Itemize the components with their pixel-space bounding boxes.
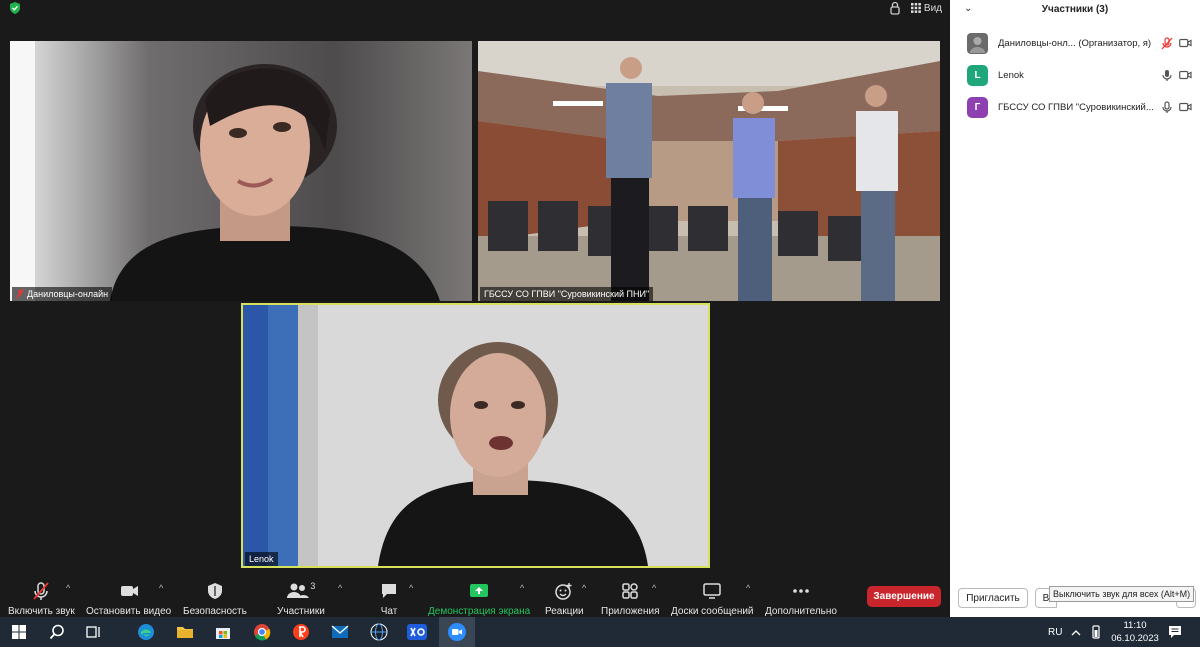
- shield-icon: [207, 583, 222, 599]
- chevron-up-icon[interactable]: [1066, 622, 1086, 642]
- invite-button[interactable]: Пригласить: [958, 588, 1028, 608]
- view-label: Вид: [923, 2, 942, 14]
- more-button[interactable]: Дополнительно: [765, 581, 837, 617]
- participant-row[interactable]: L Lenok: [967, 64, 1192, 86]
- zoom-icon[interactable]: [447, 622, 467, 642]
- unmute-button[interactable]: Включить звук: [8, 581, 75, 617]
- video-feed-group: [478, 41, 940, 301]
- video-tile-danilovtsy[interactable]: Даниловцы-онлайн: [10, 41, 472, 301]
- mic-muted-icon: [16, 289, 24, 299]
- tile-name-label: Lenok: [245, 552, 278, 566]
- camera-icon[interactable]: [1179, 38, 1192, 48]
- mic-icon[interactable]: [1161, 69, 1173, 82]
- end-meeting-button[interactable]: Завершение: [867, 586, 941, 607]
- file-explorer-icon[interactable]: [175, 622, 195, 642]
- view-button[interactable]: Вид: [910, 2, 942, 14]
- share-screen-button[interactable]: Демонстрация экрана: [428, 581, 530, 617]
- shield-icon[interactable]: [8, 1, 22, 15]
- video-options-chevron[interactable]: ^: [159, 583, 163, 593]
- windows-taskbar: RU 11:10 06.10.2023: [0, 617, 1200, 647]
- whiteboard-options-chevron[interactable]: ^: [746, 583, 750, 593]
- participants-button[interactable]: 3 Участники: [277, 581, 325, 617]
- share-screen-icon: [470, 584, 489, 597]
- store-icon[interactable]: [213, 622, 233, 642]
- meeting-area: Вид Даниловцы-онлайн ГБССУ СО ГПВИ "Суро…: [0, 0, 950, 617]
- video-tile-surovikinsky[interactable]: ГБССУ СО ГПВИ "Суровикинский ПНИ": [478, 41, 940, 301]
- chrome-icon[interactable]: [252, 622, 272, 642]
- participants-icon: [287, 583, 310, 598]
- whiteboards-button[interactable]: Доски сообщений: [671, 581, 754, 617]
- clock-time: 11:10: [1123, 620, 1147, 631]
- participants-count: 3: [310, 581, 316, 591]
- mail-icon[interactable]: [330, 622, 350, 642]
- participants-panel: ⌄ Участники (3) Даниловцы-онл... (Органи…: [950, 0, 1200, 617]
- clock-date: 06.10.2023: [1111, 633, 1159, 644]
- language-indicator[interactable]: RU: [1048, 617, 1062, 647]
- lock-icon[interactable]: [889, 1, 901, 15]
- yandex-icon[interactable]: [291, 622, 311, 642]
- xo-app-icon[interactable]: [407, 622, 427, 642]
- camera-icon[interactable]: [1179, 70, 1192, 80]
- camera-icon: [120, 586, 138, 596]
- apps-icon: [622, 583, 638, 599]
- whiteboard-icon: [703, 583, 722, 599]
- panel-title: Участники (3): [1041, 4, 1109, 15]
- more-dots-icon: [793, 589, 809, 593]
- edge-icon[interactable]: [136, 622, 156, 642]
- grid-icon: [910, 3, 921, 13]
- participants-options-chevron[interactable]: ^: [338, 583, 342, 593]
- smile-plus-icon: [555, 583, 572, 600]
- windows-start-icon[interactable]: [9, 622, 29, 642]
- participant-row[interactable]: Даниловцы-онл... (Организатор, я): [967, 32, 1192, 54]
- globe-app-icon[interactable]: [369, 622, 389, 642]
- avatar-photo-icon: [967, 32, 988, 54]
- search-icon[interactable]: [47, 622, 67, 642]
- video-feed-person-3: [243, 305, 708, 566]
- mic-muted-icon[interactable]: [1161, 36, 1173, 50]
- share-options-chevron[interactable]: ^: [520, 583, 524, 593]
- avatar: Г: [967, 96, 988, 118]
- chat-options-chevron[interactable]: ^: [409, 583, 413, 593]
- top-bar: Вид: [0, 0, 950, 20]
- video-tile-lenok[interactable]: Lenok: [241, 303, 710, 568]
- notifications-icon[interactable]: [1165, 622, 1185, 642]
- chat-icon: [382, 584, 396, 598]
- mic-muted-icon: [33, 582, 50, 600]
- video-feed-person-1: [10, 41, 472, 301]
- apps-button[interactable]: Приложения: [601, 581, 660, 617]
- network-icon[interactable]: [1086, 622, 1106, 642]
- tile-name-label: Даниловцы-онлайн: [12, 287, 113, 301]
- chat-button[interactable]: Чат: [379, 581, 399, 617]
- security-button[interactable]: Безопасность: [183, 581, 247, 617]
- tile-name-label: ГБССУ СО ГПВИ "Суровикинский ПНИ": [480, 287, 654, 301]
- participant-row[interactable]: Г ГБССУ СО ГПВИ "Суровикинский...: [967, 96, 1192, 118]
- avatar: [967, 32, 988, 54]
- mute-options-chevron[interactable]: ^: [66, 583, 70, 593]
- panel-header: ⌄ Участники (3): [950, 0, 1200, 20]
- meeting-toolbar: Включить звук ^ Остановить видео ^ Безоп…: [0, 575, 950, 617]
- apps-options-chevron[interactable]: ^: [652, 583, 656, 593]
- avatar: L: [967, 64, 988, 86]
- mute-all-tooltip: Выключить звук для всех (Alt+M): [1049, 586, 1195, 602]
- reactions-options-chevron[interactable]: ^: [582, 583, 586, 593]
- taskbar-clock[interactable]: 11:10 06.10.2023: [1110, 619, 1160, 645]
- camera-icon[interactable]: [1179, 102, 1192, 112]
- task-view-icon[interactable]: [84, 622, 104, 642]
- reactions-button[interactable]: Реакции: [545, 581, 584, 617]
- mic-icon[interactable]: [1161, 100, 1173, 114]
